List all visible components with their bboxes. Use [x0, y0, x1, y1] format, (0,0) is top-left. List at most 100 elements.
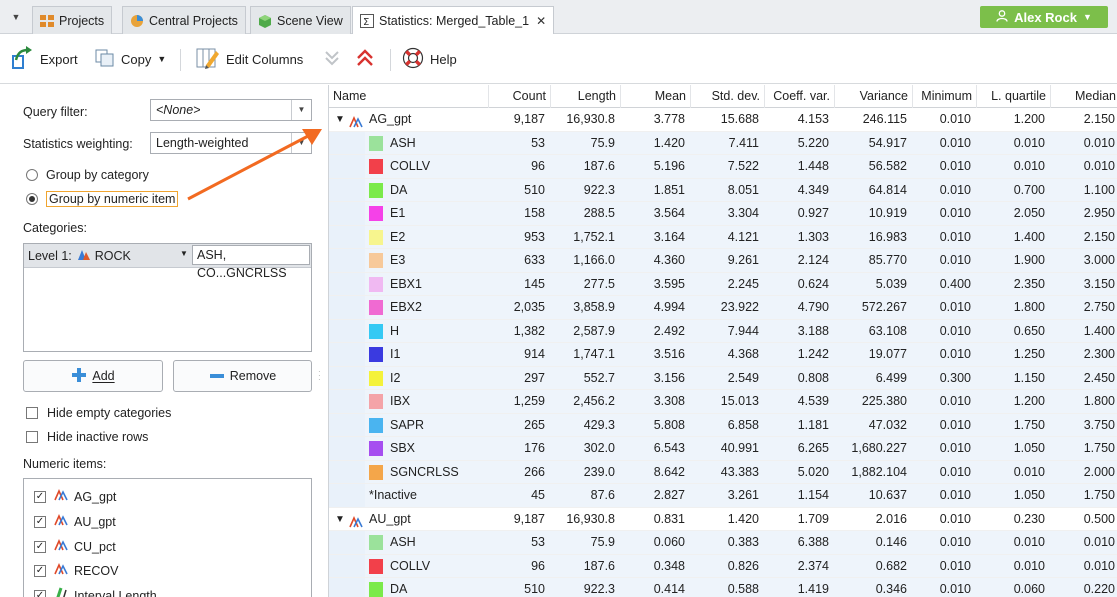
- table-row[interactable]: IBX 1,259 2,456.2 3.308 15.013 4.539 225.380 0.…: [329, 390, 1117, 414]
- value-cell: 0.010: [939, 206, 971, 220]
- value-cell: 0.808: [797, 370, 829, 385]
- value-cell: 0.624: [797, 276, 829, 291]
- tab-projects[interactable]: Projects: [32, 6, 113, 34]
- category-color-swatch: [369, 323, 383, 339]
- help-button[interactable]: Help: [402, 46, 457, 72]
- row-name: EBX1: [390, 276, 422, 291]
- table-row[interactable]: DA 510 922.3 0.414 0.588 1.419 0.346 0.010 0.060…: [329, 578, 1117, 597]
- name-cell: E1: [329, 202, 489, 225]
- column-header[interactable]: Count: [489, 85, 551, 108]
- table-row[interactable]: SBX 176 302.0 6.543 40.991 6.265 1,680.227 0.01…: [329, 437, 1117, 461]
- name-cell: E2: [329, 226, 489, 249]
- value-cell: 1.800: [1083, 394, 1115, 408]
- name-cell: ▼ AU_gpt: [329, 508, 489, 531]
- tab-scene-view[interactable]: Scene View: [250, 6, 351, 34]
- hide-empty-categories-checkbox[interactable]: Hide empty categories: [26, 406, 171, 420]
- tab-label: Central Projects: [149, 13, 238, 28]
- value-cell: 2.000: [1083, 464, 1115, 479]
- numeric-item-au-gpt[interactable]: ✓ AU_gpt: [34, 514, 116, 529]
- table-row[interactable]: E1 158 288.5 3.564 3.304 0.927 10.919 0.010 2.05…: [329, 202, 1117, 226]
- column-header[interactable]: Minimum: [913, 85, 977, 108]
- value-cell: 0.826: [727, 558, 759, 573]
- expand-all-button[interactable]: [324, 46, 340, 72]
- value-cell: 1.420: [653, 135, 685, 150]
- table-group-row[interactable]: ▼ AG_gpt 9,187 16,930.8 3.778 15.688 4.153 246.…: [329, 108, 1117, 132]
- tab-list-dropdown-icon[interactable]: ▼: [8, 8, 24, 26]
- user-menu-button[interactable]: Alex Rock ▼: [980, 6, 1108, 28]
- table-row[interactable]: SAPR 265 429.3 5.808 6.858 1.181 47.032 0.010 1.…: [329, 413, 1117, 437]
- checkbox-checked: ✓: [34, 490, 46, 503]
- category-color-swatch: [369, 135, 383, 151]
- export-button[interactable]: Export: [10, 45, 78, 72]
- hide-inactive-rows-checkbox[interactable]: Hide inactive rows: [26, 430, 148, 444]
- value-cell: 3.188: [797, 323, 829, 338]
- value-cell: 6.499: [875, 370, 907, 385]
- value-cell: 16.983: [868, 229, 907, 244]
- collapse-all-button[interactable]: [356, 46, 374, 72]
- checkbox-checked: ✓: [34, 589, 46, 597]
- copy-button[interactable]: Copy ▼: [95, 46, 166, 72]
- value-cell: 3,858.9: [573, 300, 615, 314]
- value-cell: 47.032: [868, 417, 907, 432]
- value-cell: 4.349: [797, 182, 829, 197]
- table-row[interactable]: E2 953 1,752.1 3.164 4.121 1.303 16.983 0.010 1.…: [329, 225, 1117, 249]
- value-cell: 5.808: [653, 417, 685, 432]
- value-cell: 922.3: [583, 182, 615, 197]
- numeric-item-interval-length[interactable]: ✓ Interval Length: [34, 587, 157, 597]
- table-row[interactable]: ASH 53 75.9 1.420 7.411 5.220 54.917 0.010 0.010…: [329, 131, 1117, 155]
- value-cell: 2.549: [727, 370, 759, 385]
- numeric-item-cu-pct[interactable]: ✓ CU_pct: [34, 539, 116, 554]
- column-header[interactable]: Median: [1051, 85, 1117, 108]
- column-header[interactable]: Std. dev.: [691, 85, 765, 108]
- name-cell: EBX1: [329, 273, 489, 296]
- table-row[interactable]: DA 510 922.3 1.851 8.051 4.349 64.814 0.010 0.70…: [329, 178, 1117, 202]
- table-row[interactable]: *Inactive 45 87.6 2.827 3.261 1.154 10.637 0.01…: [329, 484, 1117, 508]
- table-row[interactable]: COLLV 96 187.6 5.196 7.522 1.448 56.582 0.010 0.…: [329, 155, 1117, 179]
- expand-triangle-icon[interactable]: ▼: [335, 108, 345, 131]
- value-cell: 145: [524, 276, 545, 291]
- expand-triangle-icon[interactable]: ▼: [335, 508, 345, 531]
- table-row[interactable]: H 1,382 2,587.9 2.492 7.944 3.188 63.108 0.010 0…: [329, 319, 1117, 343]
- column-header[interactable]: Length: [551, 85, 621, 108]
- tab-central-projects[interactable]: Central Projects: [122, 6, 246, 34]
- add-button[interactable]: Add: [23, 360, 163, 392]
- table-row[interactable]: ASH 53 75.9 0.060 0.383 6.388 0.146 0.010 0.010 0…: [329, 531, 1117, 555]
- column-header[interactable]: Mean: [621, 85, 691, 108]
- value-cell: 75.9: [590, 535, 615, 549]
- table-row[interactable]: EBX1 145 277.5 3.595 2.245 0.624 5.039 0.400 2.3…: [329, 272, 1117, 296]
- value-cell: 1.420: [727, 511, 759, 526]
- value-cell: 16,930.8: [566, 511, 615, 526]
- value-cell: 0.220: [1083, 582, 1115, 596]
- table-group-row[interactable]: ▼ AU_gpt 9,187 16,930.8 0.831 1.420 1.709 2.016…: [329, 508, 1117, 531]
- remove-button[interactable]: Remove: [173, 360, 312, 392]
- table-row[interactable]: E3 633 1,166.0 4.360 9.261 2.124 85.770 0.010 1.…: [329, 249, 1117, 273]
- value-cell: 0.010: [939, 417, 971, 432]
- value-cell: 5.039: [875, 276, 907, 291]
- column-header[interactable]: Name: [329, 85, 489, 108]
- value-cell: 2.245: [727, 276, 759, 291]
- value-cell: 0.927: [797, 206, 829, 220]
- table-row[interactable]: I2 297 552.7 3.156 2.549 0.808 6.499 0.300 1.150…: [329, 366, 1117, 390]
- table-row[interactable]: I1 914 1,747.1 3.516 4.368 1.242 19.077 0.010 1.…: [329, 343, 1117, 367]
- tab-statistics[interactable]: Σ Statistics: Merged_Table_1 ✕: [352, 6, 555, 35]
- row-name: DA: [390, 582, 408, 596]
- value-cell: 1,259: [513, 394, 545, 408]
- numeric-item-ag-gpt[interactable]: ✓ AG_gpt: [34, 489, 116, 504]
- table-row[interactable]: EBX2 2,035 3,858.9 4.994 23.922 4.790 572.267 0…: [329, 296, 1117, 320]
- table-row[interactable]: COLLV 96 187.6 0.348 0.826 2.374 0.682 0.010 0.0…: [329, 554, 1117, 578]
- value-cell: 2.124: [797, 253, 829, 267]
- row-name: AG_gpt: [369, 112, 412, 126]
- splitter-handle[interactable]: · · ·: [318, 368, 324, 390]
- value-cell: 1,752.1: [573, 229, 615, 244]
- numeric-item-icon: [54, 563, 68, 578]
- value-cell: 2.827: [653, 488, 685, 502]
- column-header[interactable]: Coeff. var.: [765, 85, 835, 108]
- table-row[interactable]: SGNCRLSS 266 239.0 8.642 43.383 5.020 1,882.10…: [329, 460, 1117, 484]
- column-header[interactable]: Variance: [835, 85, 913, 108]
- close-icon[interactable]: ✕: [536, 14, 546, 28]
- edit-columns-button[interactable]: Edit Columns: [196, 46, 303, 72]
- column-header[interactable]: L. quartile: [977, 85, 1051, 108]
- value-cell: 922.3: [583, 582, 615, 596]
- value-cell: 0.010: [939, 159, 971, 173]
- numeric-item-recov[interactable]: ✓ RECOV: [34, 563, 118, 578]
